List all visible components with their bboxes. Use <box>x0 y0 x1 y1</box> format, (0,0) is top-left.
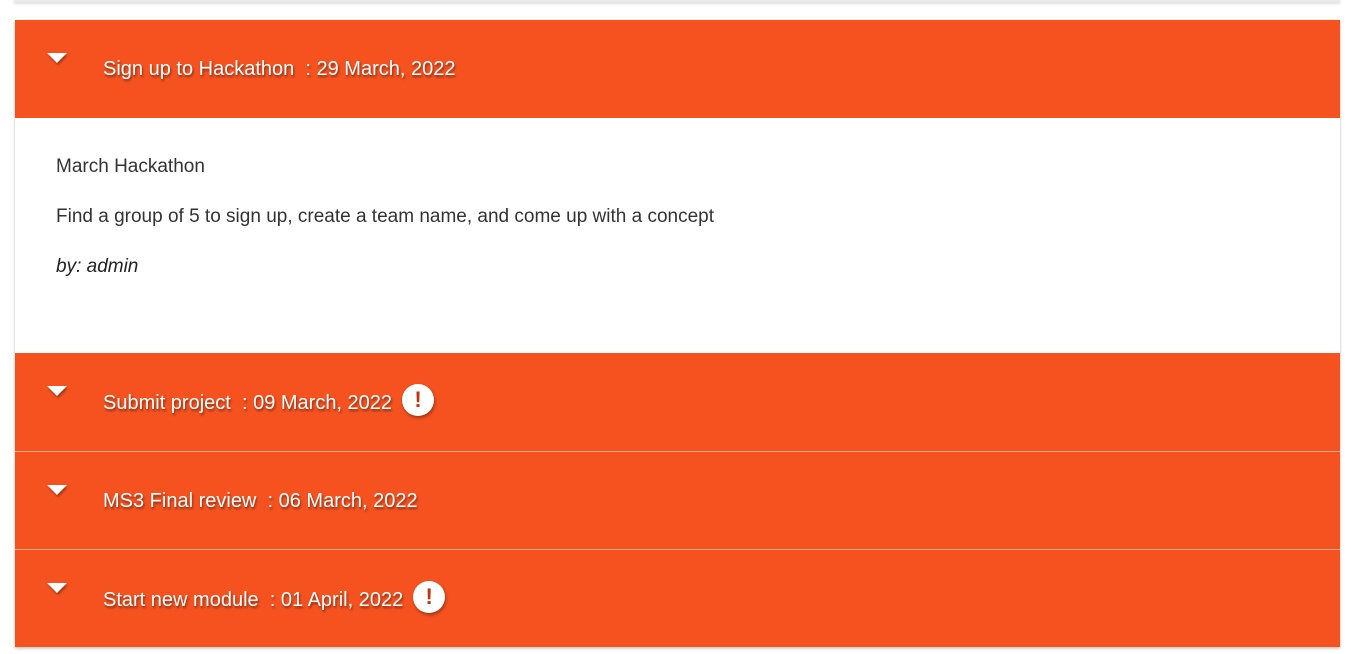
accordion-header-submit-project[interactable]: Submit project : 09 March, 2022! <box>15 353 1340 451</box>
accordion-item: Sign up to Hackathon : 29 March, 2022 Ma… <box>15 20 1340 353</box>
date-separator: : <box>256 490 279 512</box>
event-title-text: Start new module <box>103 589 259 611</box>
event-title-text: Submit project <box>103 392 231 414</box>
caret-down-icon <box>47 485 67 495</box>
accordion-header-ms3-final-review[interactable]: MS3 Final review : 06 March, 2022 <box>15 451 1340 549</box>
date-separator: : <box>294 58 317 80</box>
accordion-header-sign-up-hackathon[interactable]: Sign up to Hackathon : 29 March, 2022 <box>15 20 1340 118</box>
event-date: 29 March, 2022 <box>316 58 456 80</box>
accordion-body: March Hackathon Find a group of 5 to sig… <box>15 118 1340 353</box>
events-accordion: Sign up to Hackathon : 29 March, 2022 Ma… <box>15 20 1340 647</box>
event-description: Find a group of 5 to sign up, create a t… <box>56 206 715 227</box>
caret-down-icon <box>47 53 67 63</box>
event-title-text: Sign up to Hackathon <box>103 58 295 80</box>
caret-down-icon <box>47 583 67 593</box>
accordion-item: Start new module : 01 April, 2022! <box>15 549 1340 647</box>
accordion-item: Submit project : 09 March, 2022! <box>15 353 1340 451</box>
event-title: Submit project : 09 March, 2022! <box>103 384 435 416</box>
event-title: MS3 Final review : 06 March, 2022 <box>103 489 418 513</box>
accordion-header-start-new-module[interactable]: Start new module : 01 April, 2022! <box>15 549 1340 647</box>
event-title: Start new module : 01 April, 2022! <box>103 581 446 613</box>
date-separator: : <box>230 392 254 414</box>
accordion-item: MS3 Final review : 06 March, 2022 <box>15 451 1340 549</box>
event-name: March Hackathon <box>56 156 205 177</box>
event-title: Sign up to Hackathon : 29 March, 2022 <box>103 57 455 81</box>
date-separator: : <box>258 589 281 611</box>
exclamation-icon: ! <box>413 581 446 613</box>
event-author: by: admin <box>56 256 139 277</box>
exclamation-icon: ! <box>402 384 435 416</box>
caret-down-icon <box>47 386 67 396</box>
event-date: 06 March, 2022 <box>278 490 418 512</box>
event-date: 01 April, 2022 <box>280 589 404 611</box>
event-date: 09 March, 2022 <box>253 392 393 414</box>
event-title-text: MS3 Final review <box>103 490 257 512</box>
top-divider <box>14 0 1340 2</box>
